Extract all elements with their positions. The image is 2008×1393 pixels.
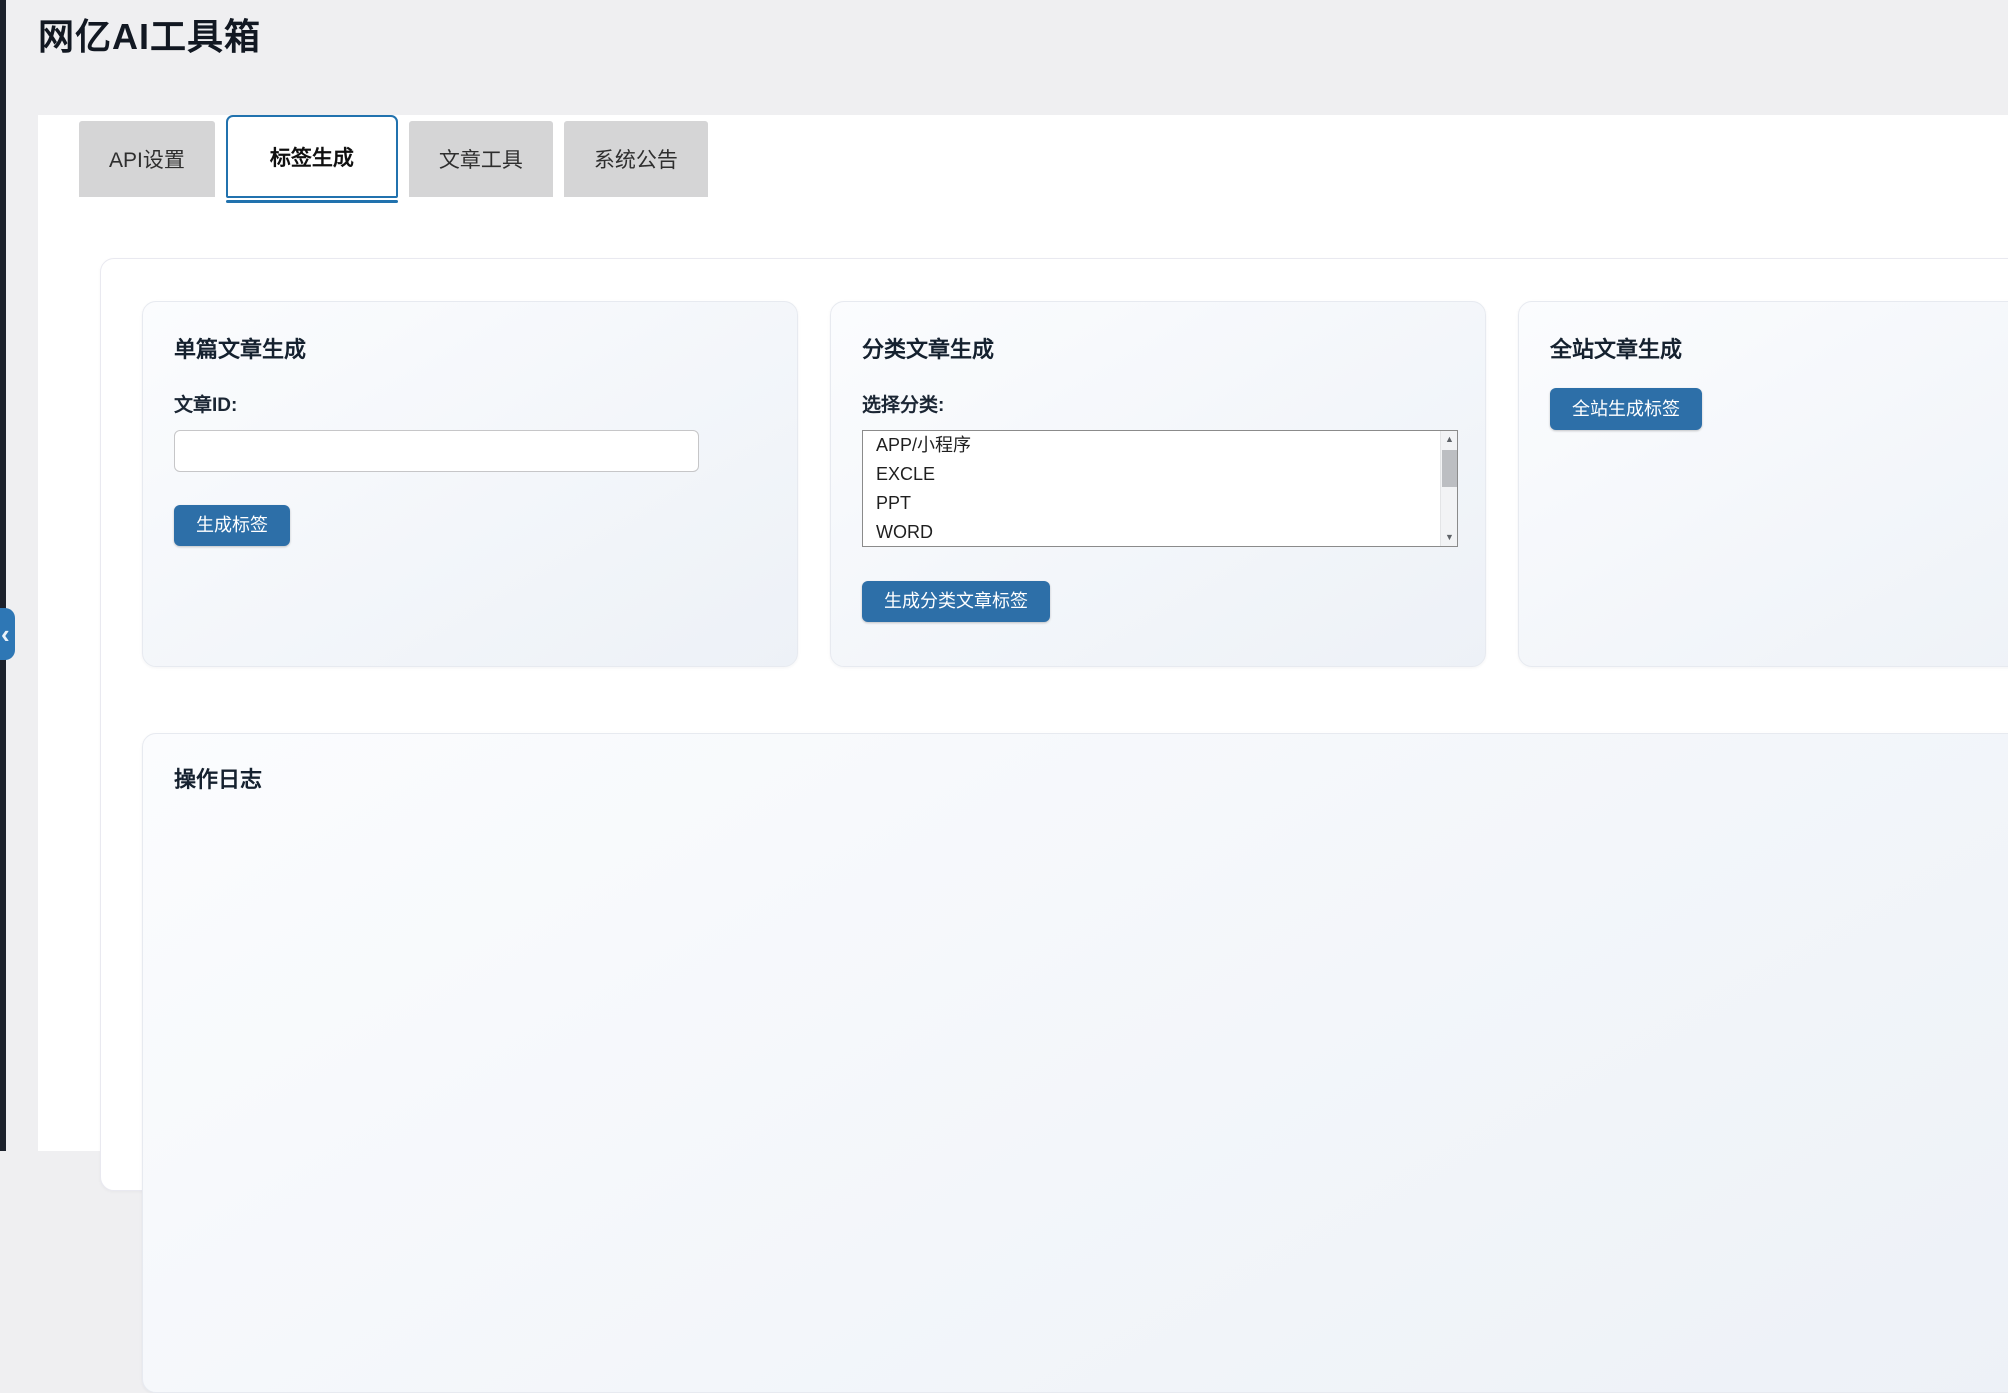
article-id-input[interactable] <box>174 430 699 472</box>
generate-category-tags-button[interactable]: 生成分类文章标签 <box>862 581 1050 622</box>
site-article-card: 全站文章生成 全站生成标签 <box>1518 301 2008 667</box>
article-id-label: 文章ID: <box>174 390 766 417</box>
sidebar-collapse-button[interactable]: ‹ <box>0 608 15 660</box>
listbox-scrollbar[interactable]: ▲ ▼ <box>1440 431 1457 546</box>
category-option[interactable]: PPT <box>863 489 1457 518</box>
site-article-card-title: 全站文章生成 <box>1550 332 2008 364</box>
single-article-card-title: 单篇文章生成 <box>174 332 766 364</box>
tab-api-settings[interactable]: API设置 <box>79 121 215 197</box>
category-select[interactable]: APP/小程序 EXCLE PPT WORD ▲ ▼ <box>862 430 1458 547</box>
category-article-card-title: 分类文章生成 <box>862 332 1454 364</box>
category-option[interactable]: EXCLE <box>863 460 1457 489</box>
cards-row: 单篇文章生成 文章ID: 生成标签 分类文章生成 选择分类: APP/小程序 E… <box>142 301 2008 667</box>
operation-log-card: 操作日志 <box>142 733 2008 1393</box>
tab-article-tools[interactable]: 文章工具 <box>409 121 553 197</box>
operation-log-title: 操作日志 <box>174 762 2001 794</box>
category-option[interactable]: WORD <box>863 518 1457 547</box>
generate-tags-button[interactable]: 生成标签 <box>174 505 290 546</box>
tab-container: API设置 标签生成 文章工具 系统公告 单篇文章生成 文章ID: 生成标签 分… <box>38 115 2008 1151</box>
category-option[interactable]: APP/小程序 <box>863 431 1457 460</box>
tab-bar: API设置 标签生成 文章工具 系统公告 <box>38 115 2008 203</box>
scrollbar-down-icon[interactable]: ▼ <box>1441 529 1458 546</box>
content-panel: 单篇文章生成 文章ID: 生成标签 分类文章生成 选择分类: APP/小程序 E… <box>100 258 2008 1191</box>
collapse-chevron-icon: ‹ <box>1 619 10 649</box>
scrollbar-up-icon[interactable]: ▲ <box>1441 431 1458 448</box>
single-article-card: 单篇文章生成 文章ID: 生成标签 <box>142 301 798 667</box>
page-title: 网亿AI工具箱 <box>38 8 261 60</box>
tab-system-announcements[interactable]: 系统公告 <box>564 121 708 197</box>
left-edge-strip <box>0 0 6 1151</box>
category-select-label: 选择分类: <box>862 390 1454 417</box>
generate-site-tags-button[interactable]: 全站生成标签 <box>1550 388 1702 430</box>
scrollbar-thumb[interactable] <box>1442 450 1457 487</box>
category-article-card: 分类文章生成 选择分类: APP/小程序 EXCLE PPT WORD ▲ ▼ … <box>830 301 1486 667</box>
tab-tag-generation[interactable]: 标签生成 <box>226 115 398 198</box>
